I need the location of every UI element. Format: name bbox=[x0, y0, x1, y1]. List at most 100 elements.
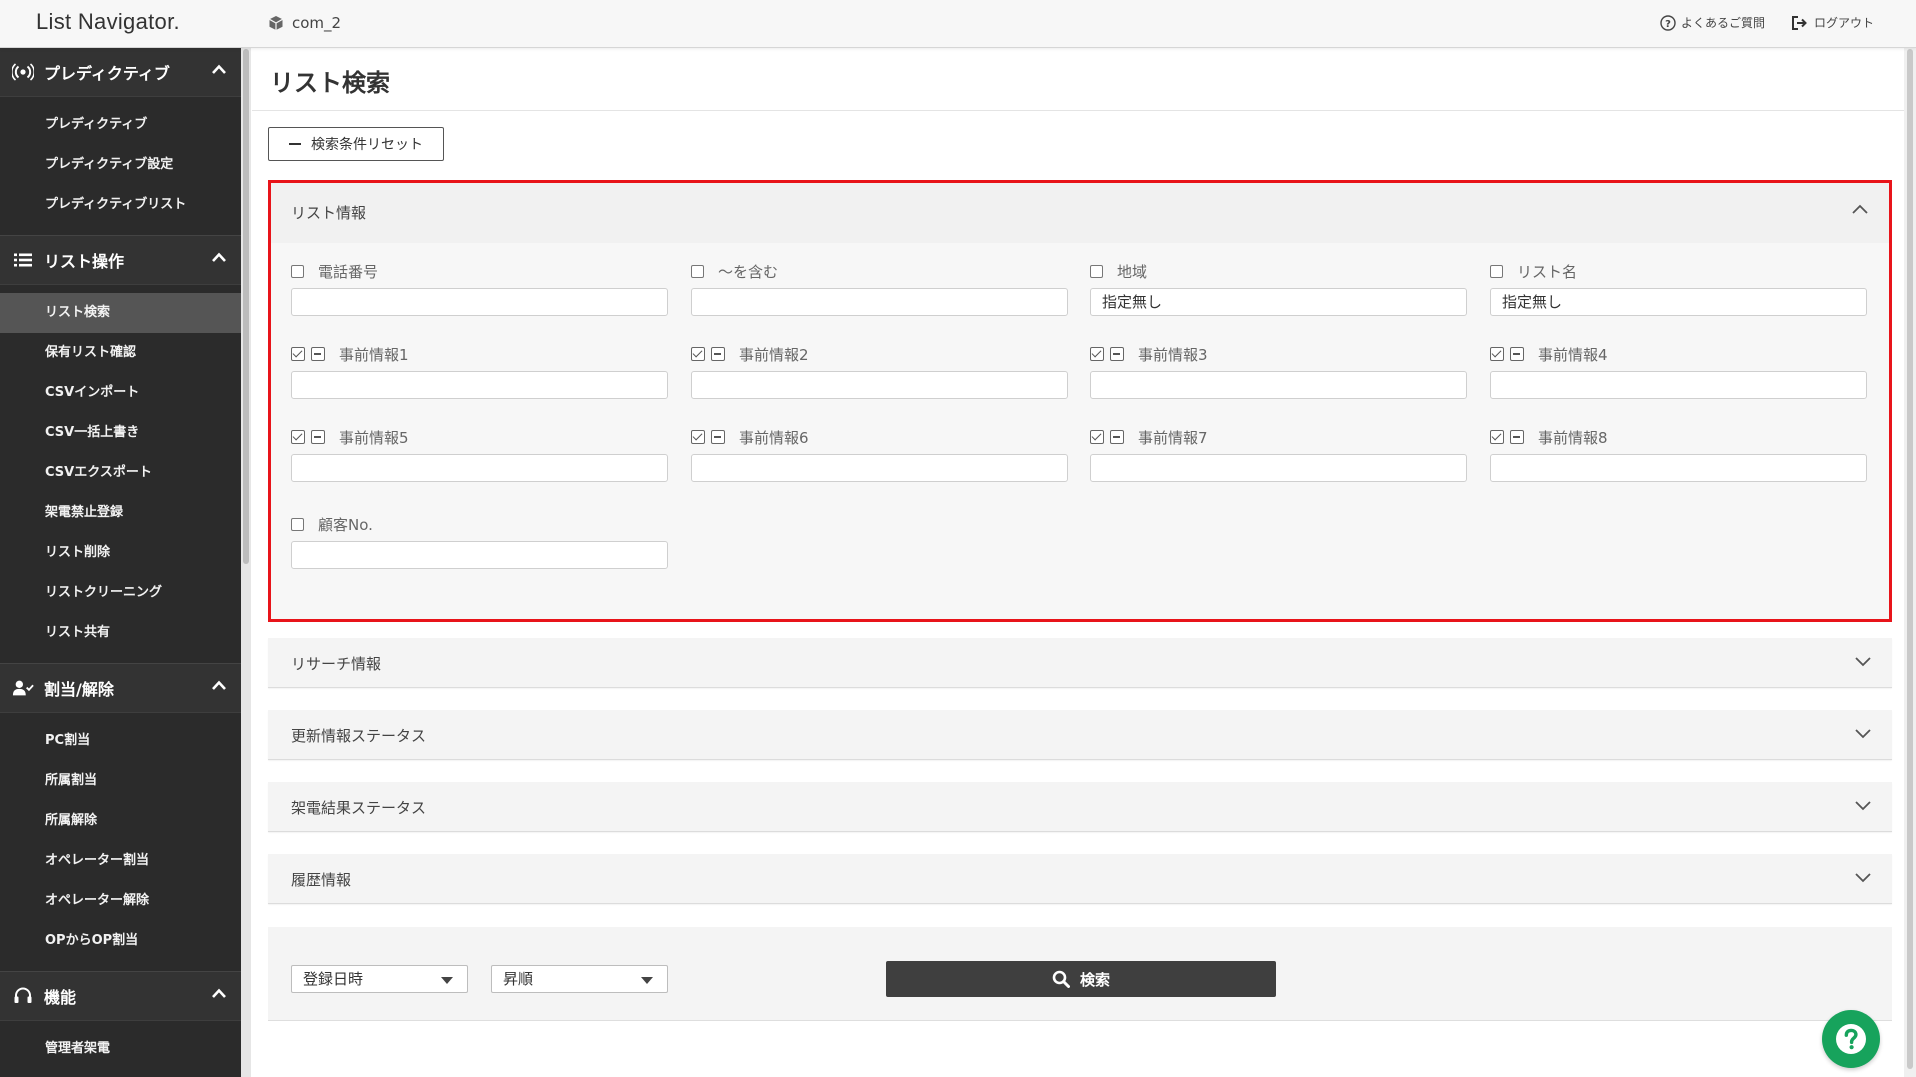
panel-title: 架電結果ステータス bbox=[291, 799, 427, 817]
list-name-select[interactable]: 指定無し bbox=[1490, 288, 1867, 316]
pre-info-7-input[interactable] bbox=[1090, 454, 1467, 482]
sidebar-item-list-share[interactable]: リスト共有 bbox=[0, 613, 241, 653]
reset-conditions-button[interactable]: 検索条件リセット bbox=[268, 127, 444, 161]
question-circle-icon: ? bbox=[1660, 14, 1676, 31]
phone-checkbox[interactable] bbox=[291, 264, 304, 278]
sidebar-item-pc-assign[interactable]: PC割当 bbox=[0, 721, 241, 761]
pre-info-1-exclude-checkbox[interactable] bbox=[311, 347, 325, 361]
chevron-up-icon bbox=[212, 252, 226, 262]
pre-info-2-include-checkbox[interactable] bbox=[691, 347, 705, 361]
logout-link[interactable]: ログアウト bbox=[1791, 14, 1874, 31]
company-name: com_2 bbox=[292, 14, 342, 32]
pre-info-8-exclude-checkbox[interactable] bbox=[1510, 430, 1524, 444]
pre-info-3-exclude-checkbox[interactable] bbox=[1110, 347, 1124, 361]
sidebar-section-assign[interactable]: 割当/解除 bbox=[0, 663, 241, 713]
field-label: 顧客No. bbox=[318, 515, 373, 534]
search-label: 検索 bbox=[1079, 970, 1110, 989]
region-select[interactable]: 指定無し bbox=[1090, 288, 1467, 316]
sidebar-item-predictive-list[interactable]: プレディクティブリスト bbox=[0, 185, 241, 225]
customer-no-checkbox[interactable] bbox=[291, 517, 304, 531]
sidebar-item-do-not-call[interactable]: 架電禁止登録 bbox=[0, 493, 241, 533]
help-button[interactable] bbox=[1822, 1010, 1880, 1068]
brand-logo[interactable]: List Navigator. bbox=[36, 9, 180, 35]
pre-info-3-input[interactable] bbox=[1090, 371, 1467, 399]
sidebar-item-operator-release[interactable]: オペレーター解除 bbox=[0, 881, 241, 921]
update-status-panel[interactable]: 更新情報ステータス bbox=[268, 710, 1892, 760]
list-info-body: 電話番号 〜を含む 地域 指定無し リスト名 指定無し 事前情報1 事前情報2 bbox=[271, 243, 1889, 619]
chevron-up-icon bbox=[212, 680, 226, 690]
field-label: 地域 bbox=[1117, 262, 1148, 281]
sidebar-scrollbar-thumb[interactable] bbox=[243, 49, 249, 564]
sidebar-item-list-search[interactable]: リスト検索 bbox=[0, 293, 241, 333]
sidebar-section-title: プレディクティブ bbox=[44, 64, 170, 83]
search-controls: 登録日時 昇順 検索 bbox=[268, 927, 1892, 1021]
sidebar-item-predictive-settings[interactable]: プレディクティブ設定 bbox=[0, 145, 241, 185]
sidebar-section-list-ops[interactable]: リスト操作 bbox=[0, 235, 241, 285]
phone-input[interactable] bbox=[291, 288, 668, 316]
caret-down-icon bbox=[441, 977, 453, 984]
pre-info-5-exclude-checkbox[interactable] bbox=[311, 430, 325, 444]
pre-info-4-exclude-checkbox[interactable] bbox=[1510, 347, 1524, 361]
phone-field: 電話番号 bbox=[291, 260, 668, 316]
pre-info-6-exclude-checkbox[interactable] bbox=[711, 430, 725, 444]
sidebar-item-owned-list[interactable]: 保有リスト確認 bbox=[0, 333, 241, 373]
sidebar-item-admin-call[interactable]: 管理者架電 bbox=[0, 1029, 241, 1069]
sidebar-section-title: 機能 bbox=[44, 988, 77, 1007]
pre-info-4-input[interactable] bbox=[1490, 371, 1867, 399]
pre-info-5-field: 事前情報5 bbox=[291, 426, 668, 482]
field-label: 事前情報3 bbox=[1138, 345, 1208, 364]
pre-info-1-input[interactable] bbox=[291, 371, 668, 399]
sidebar-section-predictive[interactable]: プレディクティブ bbox=[0, 47, 241, 97]
sort-field-select[interactable]: 登録日時 bbox=[291, 965, 468, 993]
search-button[interactable]: 検索 bbox=[886, 961, 1276, 997]
field-label: 事前情報6 bbox=[739, 428, 809, 447]
sidebar-item-csv-bulk-overwrite[interactable]: CSV一括上書き bbox=[0, 413, 241, 453]
pre-info-8-include-checkbox[interactable] bbox=[1490, 430, 1504, 444]
sidebar-item-dept-release[interactable]: 所属解除 bbox=[0, 801, 241, 841]
call-result-status-panel[interactable]: 架電結果ステータス bbox=[268, 782, 1892, 832]
main-content: リスト検索 検索条件リセット リスト情報 電話番号 〜を含む 地域 指定無し リ… bbox=[252, 47, 1904, 1077]
pre-info-2-input[interactable] bbox=[691, 371, 1068, 399]
question-icon bbox=[1836, 1024, 1866, 1054]
pre-info-5-input[interactable] bbox=[291, 454, 668, 482]
sidebar-item-list-cleaning[interactable]: リストクリーニング bbox=[0, 573, 241, 613]
pre-info-7-include-checkbox[interactable] bbox=[1090, 430, 1104, 444]
sidebar-item-dept-assign[interactable]: 所属割当 bbox=[0, 761, 241, 801]
contains-input[interactable] bbox=[691, 288, 1068, 316]
logout-icon bbox=[1791, 15, 1807, 30]
list-name-checkbox[interactable] bbox=[1490, 264, 1503, 278]
customer-no-input[interactable] bbox=[291, 541, 668, 569]
pre-info-6-include-checkbox[interactable] bbox=[691, 430, 705, 444]
pre-info-4-include-checkbox[interactable] bbox=[1490, 347, 1504, 361]
svg-text:?: ? bbox=[1665, 19, 1671, 30]
company-indicator: com_2 bbox=[268, 14, 341, 32]
faq-link[interactable]: ? よくあるご質問 bbox=[1660, 14, 1765, 31]
pre-info-1-include-checkbox[interactable] bbox=[291, 347, 305, 361]
research-info-panel[interactable]: リサーチ情報 bbox=[268, 638, 1892, 688]
pre-info-5-include-checkbox[interactable] bbox=[291, 430, 305, 444]
sidebar-item-list-delete[interactable]: リスト削除 bbox=[0, 533, 241, 573]
sidebar-item-operator-assign[interactable]: オペレーター割当 bbox=[0, 841, 241, 881]
sidebar-section-functions[interactable]: 機能 bbox=[0, 971, 241, 1021]
pre-info-8-input[interactable] bbox=[1490, 454, 1867, 482]
pre-info-6-input[interactable] bbox=[691, 454, 1068, 482]
contains-checkbox[interactable] bbox=[691, 264, 704, 278]
sidebar-item-predictive[interactable]: プレディクティブ bbox=[0, 105, 241, 145]
pre-info-3-include-checkbox[interactable] bbox=[1090, 347, 1104, 361]
sidebar-item-csv-import[interactable]: CSVインポート bbox=[0, 373, 241, 413]
history-info-panel[interactable]: 履歴情報 bbox=[268, 854, 1892, 904]
list-info-header[interactable]: リスト情報 bbox=[271, 183, 1889, 244]
field-label: 事前情報5 bbox=[339, 428, 409, 447]
sort-order-select[interactable]: 昇順 bbox=[491, 965, 668, 993]
reset-label: 検索条件リセット bbox=[311, 137, 423, 153]
region-checkbox[interactable] bbox=[1090, 264, 1103, 278]
page-scrollbar-thumb[interactable] bbox=[1907, 49, 1913, 1069]
pre-info-2-field: 事前情報2 bbox=[691, 343, 1068, 399]
list-info-panel: リスト情報 電話番号 〜を含む 地域 指定無し リスト名 指定無し 事前情報1 … bbox=[268, 180, 1892, 622]
sidebar-item-csv-export[interactable]: CSVエクスポート bbox=[0, 453, 241, 493]
pre-info-2-exclude-checkbox[interactable] bbox=[711, 347, 725, 361]
sidebar-item-op-to-op-assign[interactable]: OPからOP割当 bbox=[0, 921, 241, 961]
field-label: 事前情報7 bbox=[1138, 428, 1208, 447]
pre-info-7-exclude-checkbox[interactable] bbox=[1110, 430, 1124, 444]
chevron-down-icon bbox=[1855, 657, 1871, 667]
